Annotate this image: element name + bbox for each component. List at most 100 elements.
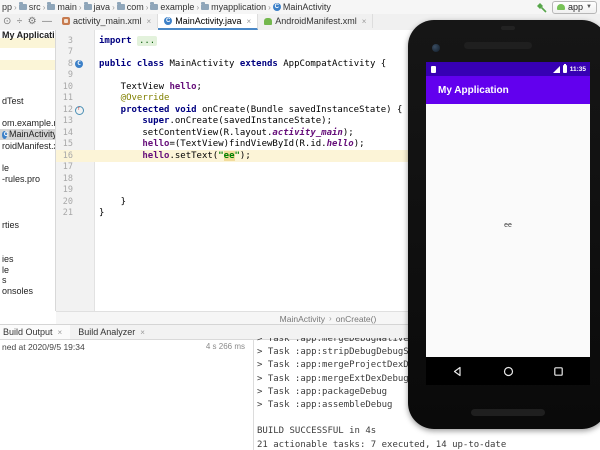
toolbar-right: app — [536, 0, 597, 14]
code-text: TextView hello; — [94, 82, 202, 92]
app-content: ee — [426, 104, 590, 357]
breadcrumb-item-com[interactable]: com — [116, 2, 145, 12]
collapse-all-icon[interactable]: ÷ — [17, 14, 23, 30]
gutter-cell: 12 — [56, 105, 94, 115]
hello-textview: ee — [426, 222, 590, 229]
line-number: 12 — [56, 105, 73, 115]
token: super — [99, 116, 169, 126]
tree-item-label: s — [2, 275, 7, 286]
tree-item-omexamplemyap[interactable]: om.example.myap — [0, 118, 56, 129]
tab-activity_main.xml[interactable]: activity_main.xml — [56, 14, 158, 28]
chevron-right-icon — [196, 3, 199, 12]
build-summary-pane[interactable]: ned at 2020/9/5 19:34 4 s 266 ms — [0, 339, 253, 450]
gutter-cell: 20 — [56, 197, 94, 207]
chevron-down-icon — [586, 4, 592, 10]
project-tree-panel[interactable]: My Application] dTest om.example.myapMainA… — [0, 30, 56, 311]
gutter-icon-slot — [75, 198, 87, 206]
editor-breadcrumb-item[interactable]: onCreate() — [336, 314, 377, 324]
tree-item-label: om.example.myap — [2, 118, 56, 129]
breadcrumb-item-MainActivity[interactable]: MainActivity — [272, 2, 332, 12]
breadcrumb-item-myapplication[interactable]: myapplication — [200, 2, 267, 12]
breadcrumb-label: main — [57, 2, 77, 12]
tree-item-MyApplication[interactable]: My Application] — [0, 30, 56, 41]
tree-item-dTest[interactable]: dTest — [0, 96, 56, 107]
tree-item-ies[interactable]: ies — [0, 254, 56, 265]
token: protected void — [99, 105, 202, 115]
tree-item-onsoles[interactable]: onsoles — [0, 286, 56, 297]
tree-item-label: My Application] — [2, 30, 56, 41]
tree-item-le[interactable]: le — [0, 163, 56, 174]
class-icon — [2, 131, 7, 139]
breadcrumb-item-java[interactable]: java — [83, 2, 112, 12]
token: @Override — [99, 93, 169, 103]
build-tab-Build-Analyzer[interactable]: Build Analyzer — [70, 325, 153, 339]
home-button-icon[interactable] — [503, 366, 514, 377]
project-panel-toolbar: ⊙ ÷ ⚙ — — [0, 14, 55, 30]
close-icon[interactable] — [147, 17, 152, 26]
tree-item-MainActivity[interactable]: MainActivity — [0, 129, 56, 140]
class-gutter-icon — [75, 60, 83, 68]
close-icon[interactable] — [362, 17, 367, 26]
signal-icon — [553, 66, 560, 73]
line-number: 19 — [56, 185, 73, 195]
gutter-cell: 17 — [56, 162, 94, 172]
breadcrumb-item-example[interactable]: example — [149, 2, 195, 12]
tab-MainActivity.java[interactable]: MainActivity.java — [158, 14, 258, 30]
folder-icon — [47, 4, 55, 10]
battery-icon — [563, 65, 567, 73]
gutter-icon-slot — [75, 37, 87, 45]
folder-icon — [84, 4, 92, 10]
emulator-window: 11:35 My Application ee — [408, 20, 600, 429]
app-bar: My Application — [426, 76, 590, 104]
tree-item-roidManifestxml[interactable]: roidManifest.xml — [0, 141, 56, 152]
breadcrumb-item-pp[interactable]: pp — [1, 2, 13, 12]
tree-item-rulespro[interactable]: -rules.pro — [0, 174, 56, 185]
hide-panel-icon[interactable]: — — [42, 14, 52, 30]
token: hello — [169, 82, 196, 92]
token: " — [218, 151, 223, 161]
build-tab-Build-Output[interactable]: Build Output — [0, 325, 70, 339]
close-icon[interactable] — [247, 17, 252, 26]
close-icon[interactable] — [140, 328, 145, 337]
tab-AndroidManifest.xml[interactable]: AndroidManifest.xml — [258, 14, 373, 28]
line-number: 3 — [56, 36, 73, 46]
locate-icon[interactable]: ⊙ — [3, 14, 11, 30]
breadcrumb-label: java — [94, 2, 111, 12]
token: ; — [197, 82, 202, 92]
chevron-right-icon — [14, 3, 17, 12]
gutter-icon-slot — [75, 48, 87, 56]
gutter-cell: 13 — [56, 116, 94, 126]
notification-icon — [431, 66, 436, 73]
recents-button-icon[interactable] — [553, 366, 564, 377]
tree-item-label: rties — [2, 220, 19, 231]
chevron-right-icon — [268, 3, 271, 12]
line-number: 14 — [56, 128, 73, 138]
token: MainActivity — [169, 59, 239, 69]
chevron-right-icon — [112, 3, 115, 12]
status-time: 11:35 — [570, 66, 586, 73]
gutter-cell: 21 — [56, 208, 94, 218]
breadcrumb-item-main[interactable]: main — [46, 2, 78, 12]
token: ee — [224, 151, 235, 161]
build-hammer-icon[interactable] — [536, 2, 547, 13]
settings-icon[interactable]: ⚙ — [28, 14, 37, 30]
tree-item-s[interactable]: s — [0, 275, 56, 286]
line-number: 18 — [56, 174, 73, 184]
emulator-screen[interactable]: 11:35 My Application ee — [426, 62, 590, 385]
close-icon[interactable] — [58, 328, 63, 337]
breadcrumb-item-src[interactable]: src — [18, 2, 42, 12]
gutter-cell: 3 — [56, 36, 94, 46]
run-config-selector[interactable]: app — [552, 1, 597, 14]
line-number: 7 — [56, 47, 73, 57]
chevron-right-icon — [329, 314, 332, 323]
token: hello — [142, 139, 169, 149]
tree-item-label: le — [2, 163, 9, 174]
back-button-icon[interactable] — [452, 366, 463, 377]
tree-item-rties[interactable]: rties — [0, 220, 56, 231]
token: extends — [240, 59, 283, 69]
editor-breadcrumb-item[interactable]: MainActivity — [280, 314, 325, 324]
code-text: } — [94, 197, 126, 207]
gutter-icon-slot — [75, 129, 87, 137]
tree-item-label: dTest — [2, 96, 24, 107]
build-panel-divider[interactable] — [253, 339, 254, 450]
